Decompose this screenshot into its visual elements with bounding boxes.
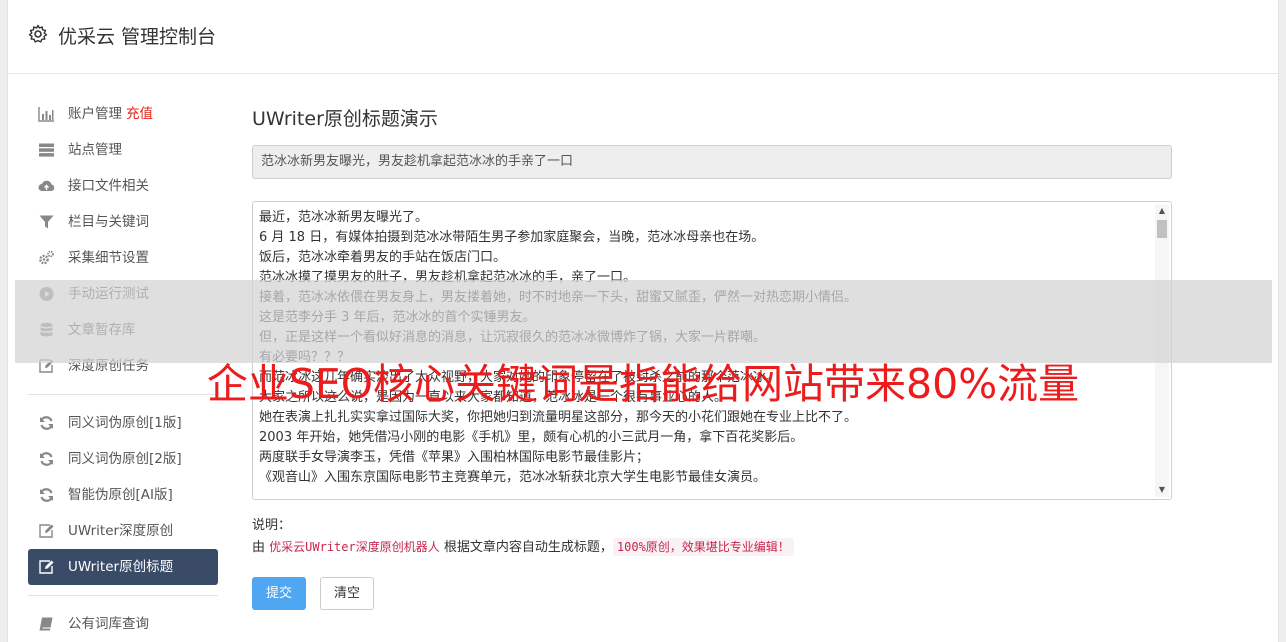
- clear-button[interactable]: 清空: [320, 577, 374, 610]
- gear-icon: [28, 24, 48, 44]
- cogs-icon: [38, 250, 55, 266]
- section-title: UWriter原创标题演示: [252, 108, 438, 130]
- article-line: 最近，范冰冰新男友曝光了。: [259, 210, 429, 225]
- sidebar-item-label: UWriter深度原创: [68, 523, 174, 539]
- main-content: UWriter原创标题演示 范冰冰新男友曝光，男友趁机拿起范冰冰的手亲了一口 最…: [252, 100, 1172, 610]
- sidebar-item-label: 站点管理: [68, 142, 122, 158]
- edit-icon: [38, 559, 55, 575]
- description: 由 优采云UWriter深度原创机器人 根据文章内容自动生成标题， 100%原创，…: [252, 536, 794, 556]
- sidebar-item[interactable]: 公有词库查询: [28, 606, 218, 642]
- sidebar-item[interactable]: 同义词伪原创[2版]: [28, 441, 218, 477]
- article-line: 《观音山》入围东京国际电影节主竞赛单元，范冰冰斩获北京大学生电影节最佳女演员。: [259, 470, 767, 485]
- desc-code: 优采云UWriter深度原创机器人: [269, 540, 440, 554]
- sidebar-group-rewrite: 同义词伪原创[1版] 同义词伪原创[2版] 智能伪原创[AI版] UWriter深度原…: [28, 405, 218, 585]
- sidebar-item-label: 栏目与关键词: [68, 214, 149, 230]
- sidebar-item[interactable]: UWriter原创标题: [28, 549, 218, 585]
- recharge-badge[interactable]: 充值: [126, 106, 153, 122]
- sidebar-item[interactable]: 智能伪原创[AI版]: [28, 477, 218, 513]
- console-title: 优采云 管理控制台: [58, 26, 217, 48]
- sidebar-item-label: 同义词伪原创[1版]: [68, 415, 182, 431]
- refresh-icon: [38, 451, 55, 467]
- header: 优采云 管理控制台: [8, 0, 1278, 74]
- scroll-thumb[interactable]: [1157, 220, 1167, 238]
- sidebar-item[interactable]: 站点管理: [28, 132, 218, 168]
- article-line: 她在表演上扎扎实实拿过国际大奖，你把她归到流量明星这部分，那今天的小花们跟她在专…: [259, 410, 858, 425]
- sidebar-divider: [28, 595, 218, 596]
- sidebar-item-label: 接口文件相关: [68, 178, 149, 194]
- sidebar-item-label: 账户管理: [68, 106, 122, 122]
- desc-pill: 100%原创，效果堪比专业编辑！: [612, 538, 794, 556]
- book-icon: [38, 616, 55, 632]
- article-line: 两度联手女导演李玉，凭借《苹果》入围柏林国际电影节最佳影片；: [259, 450, 650, 465]
- sidebar-item[interactable]: 账户管理 充值: [28, 96, 218, 132]
- sidebar-group-dict: 公有词库查询: [28, 606, 218, 642]
- sidebar-item-label: 同义词伪原创[2版]: [68, 451, 182, 467]
- bar-chart-icon: [38, 106, 55, 122]
- scroll-down-icon[interactable]: ▼: [1155, 483, 1169, 497]
- watermark-text: 企业SEO核心关键词是指能给网站带来80%流量: [206, 360, 1080, 408]
- refresh-icon: [38, 487, 55, 503]
- article-line: 饭后，范冰冰牵着男友的手站在饭店门口。: [259, 250, 507, 265]
- cloud-upload-icon: [38, 178, 55, 194]
- sidebar-item-label: UWriter原创标题: [68, 559, 174, 575]
- server-icon: [38, 142, 55, 158]
- sidebar-item[interactable]: 采集细节设置: [28, 240, 218, 276]
- edit-icon: [38, 523, 55, 539]
- scroll-up-icon[interactable]: ▲: [1155, 204, 1169, 218]
- sidebar-item[interactable]: UWriter深度原创: [28, 513, 218, 549]
- sidebar-item-label: 公有词库查询: [68, 616, 149, 632]
- sidebar-item-label: 智能伪原创[AI版]: [68, 487, 173, 503]
- generated-title-field[interactable]: 范冰冰新男友曝光，男友趁机拿起范冰冰的手亲了一口: [252, 145, 1172, 179]
- desc-prefix: 由: [252, 540, 266, 555]
- desc-middle: 根据文章内容自动生成标题，: [443, 540, 613, 555]
- sidebar-item-label: 采集细节设置: [68, 250, 149, 266]
- filter-icon: [38, 214, 55, 230]
- explain-label: 说明：: [252, 518, 292, 533]
- submit-button[interactable]: 提交: [252, 577, 306, 610]
- article-line: 2003 年开始，她凭借冯小刚的电影《手机》里，颇有心机的小三武月一角，拿下百花…: [259, 430, 804, 445]
- sidebar-item[interactable]: 栏目与关键词: [28, 204, 218, 240]
- sidebar-item[interactable]: 同义词伪原创[1版]: [28, 405, 218, 441]
- sidebar-item[interactable]: 接口文件相关: [28, 168, 218, 204]
- article-line: 6 月 18 日，有媒体拍摄到范冰冰带陌生男子参加家庭聚会，当晚，范冰冰母亲也在…: [259, 230, 765, 245]
- refresh-icon: [38, 415, 55, 431]
